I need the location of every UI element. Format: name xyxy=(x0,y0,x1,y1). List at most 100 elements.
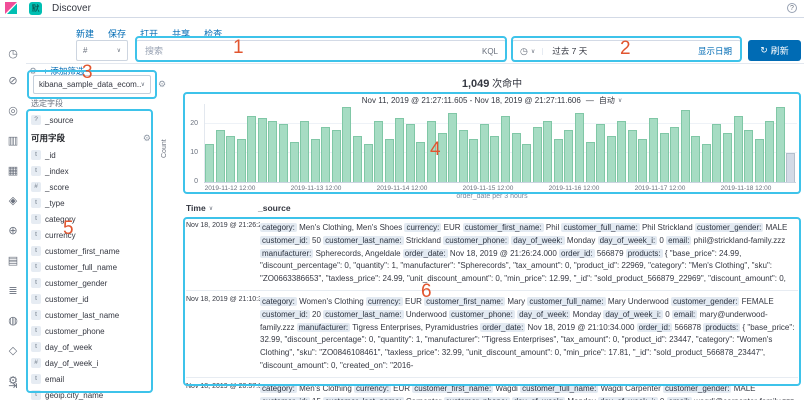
histogram-bar[interactable] xyxy=(342,107,351,182)
histogram-bar[interactable] xyxy=(607,136,616,182)
query-filter-dropdown-button[interactable]: # ∨ xyxy=(76,40,128,61)
field-item[interactable]: #day_of_week_i xyxy=(31,355,151,371)
histogram-bar[interactable] xyxy=(300,121,309,182)
histogram-bar[interactable] xyxy=(353,136,362,182)
field-item[interactable]: tcurrency xyxy=(31,227,151,243)
refresh-button[interactable]: ↻ 刷新 xyxy=(748,40,801,61)
field-item[interactable]: #_score xyxy=(31,179,151,195)
histogram-bar[interactable] xyxy=(480,124,489,182)
histogram-bar[interactable] xyxy=(712,124,721,182)
menu-item[interactable]: 检查 xyxy=(204,27,222,40)
histogram-bar[interactable] xyxy=(311,139,320,182)
metrics-icon[interactable]: ▤ xyxy=(6,254,20,268)
histogram-bar[interactable] xyxy=(469,139,478,182)
histogram-bar[interactable] xyxy=(406,124,415,182)
recently-viewed-icon[interactable]: ◷ xyxy=(6,47,20,61)
field-item[interactable]: tcategory xyxy=(31,211,151,227)
time-column-header[interactable]: Time ∨ xyxy=(186,203,258,213)
index-pattern-select[interactable]: kibana_sample_data_ecom... ∨ xyxy=(33,75,151,94)
histogram-bar[interactable] xyxy=(438,133,447,182)
field-item[interactable]: tday_of_week xyxy=(31,339,151,355)
siem-icon[interactable]: ◇ xyxy=(6,344,20,358)
collapse-nav-icon[interactable]: ⇥ xyxy=(6,379,20,393)
field-item[interactable]: tcustomer_first_name xyxy=(31,243,151,259)
histogram-bar[interactable] xyxy=(226,136,235,182)
histogram-bar[interactable] xyxy=(374,121,383,182)
space-badge[interactable]: 默 xyxy=(29,2,42,15)
histogram-bar[interactable] xyxy=(321,127,330,182)
histogram-bar[interactable] xyxy=(522,144,531,182)
histogram-bar[interactable] xyxy=(427,121,436,182)
table-row[interactable]: Nov 18, 2019 @ 20:57:36.000category: Men… xyxy=(186,378,798,400)
histogram-bar[interactable] xyxy=(765,121,774,182)
field-item[interactable]: tcustomer_gender xyxy=(31,275,151,291)
kibana-logo-icon[interactable] xyxy=(5,2,17,14)
histogram-bar[interactable] xyxy=(290,142,299,182)
machine-learning-icon[interactable]: ⊕ xyxy=(6,224,20,238)
field-item[interactable]: t_type xyxy=(31,195,151,211)
histogram-bar[interactable] xyxy=(554,139,563,182)
field-item[interactable]: tcustomer_id xyxy=(31,291,151,307)
histogram-bar[interactable] xyxy=(755,139,764,182)
menu-item[interactable]: 保存 xyxy=(108,27,126,40)
histogram-bar[interactable] xyxy=(459,130,468,182)
histogram-bar[interactable] xyxy=(258,118,267,182)
field-item[interactable]: t_id xyxy=(31,147,151,163)
histogram-bar[interactable] xyxy=(649,118,658,182)
histogram-bar[interactable] xyxy=(279,124,288,182)
field-item[interactable]: temail xyxy=(31,371,151,387)
histogram-bar[interactable] xyxy=(744,130,753,182)
field-item[interactable]: tcustomer_last_name xyxy=(31,307,151,323)
histogram-bar[interactable] xyxy=(575,113,584,182)
field-item[interactable]: tcustomer_phone xyxy=(31,323,151,339)
field-item[interactable]: tgeoip.city_name xyxy=(31,387,151,400)
histogram-bar[interactable] xyxy=(617,121,626,182)
histogram-bar[interactable] xyxy=(734,116,743,182)
histogram-bar[interactable] xyxy=(364,144,373,182)
field-item[interactable]: t_index xyxy=(31,163,151,179)
histogram-bar[interactable] xyxy=(395,118,404,182)
time-picker[interactable]: ◷ ∨ 过去 7 天 显示日期 xyxy=(512,40,741,62)
histogram-bar[interactable] xyxy=(723,133,732,182)
histogram-bar[interactable] xyxy=(596,124,605,182)
histogram-bar[interactable] xyxy=(332,130,341,182)
apm-icon[interactable]: ◍ xyxy=(6,314,20,328)
histogram-bar[interactable] xyxy=(586,142,595,182)
histogram-bar[interactable] xyxy=(670,127,679,182)
field-filter-gear-icon[interactable]: ⚙ xyxy=(143,133,151,144)
menu-item[interactable]: 打开 xyxy=(140,27,158,40)
histogram-bar[interactable] xyxy=(247,116,256,182)
maps-icon[interactable]: ◈ xyxy=(6,194,20,208)
canvas-icon[interactable]: ⊘ xyxy=(6,74,20,88)
search-input[interactable] xyxy=(137,46,482,56)
time-range-value[interactable]: 过去 7 天 xyxy=(543,45,587,57)
menu-item[interactable]: 新建 xyxy=(76,27,94,40)
table-row[interactable]: Nov 18, 2019 @ 21:10:3category: Women's … xyxy=(186,291,798,378)
help-icon[interactable]: ? xyxy=(787,3,797,13)
histogram-bar[interactable] xyxy=(628,130,637,182)
index-pattern-settings-gear-icon[interactable]: ⚙ xyxy=(158,79,166,90)
histogram-bar[interactable] xyxy=(786,153,795,182)
logs-icon[interactable]: ≣ xyxy=(6,284,20,298)
histogram-bar[interactable] xyxy=(564,130,573,182)
histogram-bar[interactable] xyxy=(681,110,690,182)
dashboard-icon[interactable]: ▦ xyxy=(6,164,20,178)
histogram-bar[interactable] xyxy=(660,133,669,182)
histogram-bar[interactable] xyxy=(501,116,510,182)
histogram-bar[interactable] xyxy=(490,136,499,182)
histogram-bar[interactable] xyxy=(385,139,394,182)
histogram-bar[interactable] xyxy=(237,139,246,182)
histogram-bar[interactable] xyxy=(638,139,647,182)
visualize-icon[interactable]: ▥ xyxy=(6,134,20,148)
histogram-bar[interactable] xyxy=(776,107,785,182)
histogram-bar[interactable] xyxy=(543,121,552,182)
clock-icon[interactable]: ◷ xyxy=(513,46,531,57)
histogram-bar[interactable] xyxy=(216,130,225,182)
histogram-bar[interactable] xyxy=(268,121,277,182)
histogram-bar[interactable] xyxy=(533,127,542,182)
histogram-bar[interactable] xyxy=(702,144,711,182)
menu-item[interactable]: 共享 xyxy=(172,27,190,40)
selected-field-item[interactable]: ?_source xyxy=(31,112,151,128)
histogram-bar[interactable] xyxy=(691,136,700,182)
histogram-bar[interactable] xyxy=(512,133,521,182)
